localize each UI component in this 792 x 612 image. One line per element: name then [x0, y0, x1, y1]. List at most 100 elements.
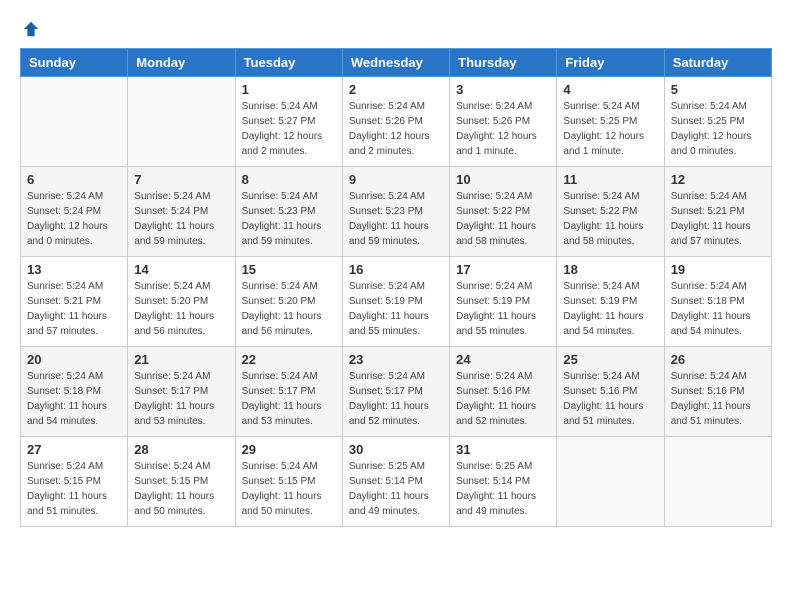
day-number: 13 [27, 262, 121, 277]
day-number: 27 [27, 442, 121, 457]
calendar-cell: 27 Sunrise: 5:24 AMSunset: 5:15 PMDayligh… [21, 437, 128, 527]
calendar-cell: 21 Sunrise: 5:24 AMSunset: 5:17 PMDayligh… [128, 347, 235, 437]
calendar-cell: 2 Sunrise: 5:24 AMSunset: 5:26 PMDaylight… [342, 77, 449, 167]
calendar-cell: 28Sunrise: 5:24 AMSunset: 5:15 PMDayligh… [128, 437, 235, 527]
day-info: Sunrise: 5:24 AMSunset: 5:16 PMDaylight:… [456, 369, 550, 429]
day-number: 21 [134, 352, 228, 367]
calendar-cell: 9Sunrise: 5:24 AMSunset: 5:23 PMDaylight… [342, 167, 449, 257]
day-number: 11 [563, 172, 657, 187]
logo [20, 20, 40, 38]
logo-icon [22, 20, 40, 38]
calendar-cell: 22 Sunrise: 5:24 AMSunset: 5:17 PMDayligh… [235, 347, 342, 437]
day-number: 22 [242, 352, 336, 367]
calendar-cell: 1 Sunrise: 5:24 AMSunset: 5:27 PMDaylight… [235, 77, 342, 167]
day-number: 18 [563, 262, 657, 277]
column-header-thursday: Thursday [450, 49, 557, 77]
calendar-cell: 12 Sunrise: 5:24 AMSunset: 5:21 PMDayligh… [664, 167, 771, 257]
day-info: Sunrise: 5:24 AMSunset: 5:27 PMDaylight:… [242, 99, 336, 159]
day-info: Sunrise: 5:24 AMSunset: 5:16 PMDaylight:… [563, 369, 657, 429]
day-info: Sunrise: 5:24 AMSunset: 5:24 PMDaylight:… [134, 189, 228, 249]
day-info: Sunrise: 5:24 AMSunset: 5:26 PMDaylight:… [349, 99, 443, 159]
calendar-cell: 29 Sunrise: 5:24 AMSunset: 5:15 PMDayligh… [235, 437, 342, 527]
day-info: Sunrise: 5:24 AMSunset: 5:26 PMDaylight:… [456, 99, 550, 159]
day-info: Sunrise: 5:24 AMSunset: 5:21 PMDaylight:… [671, 189, 765, 249]
calendar-cell: 16 Sunrise: 5:24 AMSunset: 5:19 PMDayligh… [342, 257, 449, 347]
calendar-cell: 14Sunrise: 5:24 AMSunset: 5:20 PMDayligh… [128, 257, 235, 347]
day-info: Sunrise: 5:24 AMSunset: 5:16 PMDaylight:… [671, 369, 765, 429]
calendar-table: SundayMondayTuesdayWednesdayThursdayFrid… [20, 48, 772, 527]
day-number: 29 [242, 442, 336, 457]
day-number: 19 [671, 262, 765, 277]
day-number: 26 [671, 352, 765, 367]
day-info: Sunrise: 5:24 AMSunset: 5:17 PMDaylight:… [242, 369, 336, 429]
day-info: Sunrise: 5:24 AMSunset: 5:20 PMDaylight:… [242, 279, 336, 339]
day-info: Sunrise: 5:24 AMSunset: 5:25 PMDaylight:… [563, 99, 657, 159]
day-number: 12 [671, 172, 765, 187]
day-number: 17 [456, 262, 550, 277]
calendar-cell: 19 Sunrise: 5:24 AMSunset: 5:18 PMDayligh… [664, 257, 771, 347]
day-number: 6 [27, 172, 121, 187]
calendar-cell: 6 Sunrise: 5:24 AMSunset: 5:24 PMDaylight… [21, 167, 128, 257]
calendar-cell: 18 Sunrise: 5:24 AMSunset: 5:19 PMDayligh… [557, 257, 664, 347]
column-header-tuesday: Tuesday [235, 49, 342, 77]
day-info: Sunrise: 5:24 AMSunset: 5:24 PMDaylight:… [27, 189, 121, 249]
day-number: 5 [671, 82, 765, 97]
page-header [20, 20, 772, 38]
day-number: 7 [134, 172, 228, 187]
day-number: 20 [27, 352, 121, 367]
calendar-cell: 23 Sunrise: 5:24 AMSunset: 5:17 PMDayligh… [342, 347, 449, 437]
day-info: Sunrise: 5:24 AMSunset: 5:20 PMDaylight:… [134, 279, 228, 339]
calendar-cell: 10Sunrise: 5:24 AMSunset: 5:22 PMDayligh… [450, 167, 557, 257]
calendar-cell: 15 Sunrise: 5:24 AMSunset: 5:20 PMDayligh… [235, 257, 342, 347]
calendar-cell: 11 Sunrise: 5:24 AMSunset: 5:22 PMDayligh… [557, 167, 664, 257]
column-header-friday: Friday [557, 49, 664, 77]
calendar-cell: 4 Sunrise: 5:24 AMSunset: 5:25 PMDaylight… [557, 77, 664, 167]
calendar-cell [557, 437, 664, 527]
day-info: Sunrise: 5:24 AMSunset: 5:19 PMDaylight:… [456, 279, 550, 339]
column-header-wednesday: Wednesday [342, 49, 449, 77]
calendar-cell [128, 77, 235, 167]
column-header-saturday: Saturday [664, 49, 771, 77]
day-number: 15 [242, 262, 336, 277]
day-number: 30 [349, 442, 443, 457]
calendar-cell: 8 Sunrise: 5:24 AMSunset: 5:23 PMDaylight… [235, 167, 342, 257]
calendar-cell: 25 Sunrise: 5:24 AMSunset: 5:16 PMDayligh… [557, 347, 664, 437]
day-info: Sunrise: 5:24 AMSunset: 5:17 PMDaylight:… [349, 369, 443, 429]
calendar-cell: 24 Sunrise: 5:24 AMSunset: 5:16 PMDayligh… [450, 347, 557, 437]
day-number: 4 [563, 82, 657, 97]
day-info: Sunrise: 5:25 AMSunset: 5:14 PMDaylight:… [349, 459, 443, 519]
day-info: Sunrise: 5:24 AMSunset: 5:15 PMDaylight:… [27, 459, 121, 519]
day-number: 1 [242, 82, 336, 97]
day-number: 3 [456, 82, 550, 97]
calendar-cell: 3 Sunrise: 5:24 AMSunset: 5:26 PMDaylight… [450, 77, 557, 167]
day-info: Sunrise: 5:24 AMSunset: 5:19 PMDaylight:… [349, 279, 443, 339]
day-info: Sunrise: 5:24 AMSunset: 5:22 PMDaylight:… [563, 189, 657, 249]
calendar-cell: 20 Sunrise: 5:24 AMSunset: 5:18 PMDayligh… [21, 347, 128, 437]
calendar-cell: 30 Sunrise: 5:25 AMSunset: 5:14 PMDayligh… [342, 437, 449, 527]
day-info: Sunrise: 5:24 AMSunset: 5:15 PMDaylight:… [242, 459, 336, 519]
day-number: 2 [349, 82, 443, 97]
calendar-cell [21, 77, 128, 167]
day-info: Sunrise: 5:24 AMSunset: 5:25 PMDaylight:… [671, 99, 765, 159]
day-number: 25 [563, 352, 657, 367]
day-number: 28 [134, 442, 228, 457]
day-number: 16 [349, 262, 443, 277]
calendar-cell: 31 Sunrise: 5:25 AMSunset: 5:14 PMDayligh… [450, 437, 557, 527]
day-info: Sunrise: 5:24 AMSunset: 5:23 PMDaylight:… [242, 189, 336, 249]
day-info: Sunrise: 5:24 AMSunset: 5:17 PMDaylight:… [134, 369, 228, 429]
calendar-cell: 13 Sunrise: 5:24 AMSunset: 5:21 PMDayligh… [21, 257, 128, 347]
day-number: 31 [456, 442, 550, 457]
day-info: Sunrise: 5:24 AMSunset: 5:21 PMDaylight:… [27, 279, 121, 339]
calendar-cell: 17 Sunrise: 5:24 AMSunset: 5:19 PMDayligh… [450, 257, 557, 347]
day-info: Sunrise: 5:24 AMSunset: 5:22 PMDaylight:… [456, 189, 550, 249]
day-info: Sunrise: 5:24 AMSunset: 5:19 PMDaylight:… [563, 279, 657, 339]
day-info: Sunrise: 5:24 AMSunset: 5:18 PMDaylight:… [671, 279, 765, 339]
day-info: Sunrise: 5:24 AMSunset: 5:18 PMDaylight:… [27, 369, 121, 429]
calendar-cell: 7 Sunrise: 5:24 AMSunset: 5:24 PMDaylight… [128, 167, 235, 257]
column-header-sunday: Sunday [21, 49, 128, 77]
day-number: 8 [242, 172, 336, 187]
day-info: Sunrise: 5:25 AMSunset: 5:14 PMDaylight:… [456, 459, 550, 519]
day-number: 23 [349, 352, 443, 367]
day-number: 24 [456, 352, 550, 367]
day-number: 9 [349, 172, 443, 187]
